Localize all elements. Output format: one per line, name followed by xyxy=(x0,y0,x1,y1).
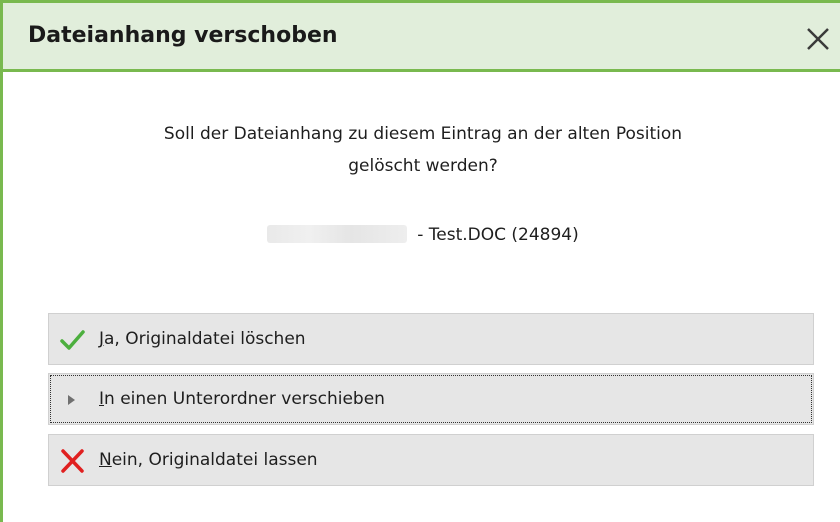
message-line-1: Soll der Dateianhang zu diesem Eintrag a… xyxy=(163,124,683,144)
close-icon xyxy=(807,28,829,50)
move-to-subfolder-button[interactable]: In einen Unterordner verschieben xyxy=(48,373,814,425)
delete-original-button[interactable]: Ja, Originaldatei löschen xyxy=(48,313,814,365)
delete-original-label: Ja, Originaldatei löschen xyxy=(99,329,306,349)
red-x-icon xyxy=(61,449,84,473)
message-line-2: gelöscht werden? xyxy=(348,156,498,176)
move-to-subfolder-label: In einen Unterordner verschieben xyxy=(99,389,385,409)
dialog-titlebar: Dateianhang verschoben xyxy=(3,3,840,72)
file-info-text: - Test.DOC (24894) xyxy=(417,225,579,245)
redacted-name xyxy=(267,225,408,243)
dialog-message: Soll der Dateianhang zu diesem Eintrag a… xyxy=(3,118,840,182)
close-button[interactable] xyxy=(800,21,836,57)
dialog-title: Dateianhang verschoben xyxy=(28,23,338,48)
checkmark-icon xyxy=(60,330,85,350)
triangle-right-icon xyxy=(68,395,75,405)
keep-original-label: Nein, Originaldatei lassen xyxy=(99,450,318,470)
dialog-window: Dateianhang verschoben Soll der Dateianh… xyxy=(0,0,840,522)
file-info: - Test.DOC (24894) xyxy=(3,225,840,245)
keep-original-button[interactable]: Nein, Originaldatei lassen xyxy=(48,434,814,486)
